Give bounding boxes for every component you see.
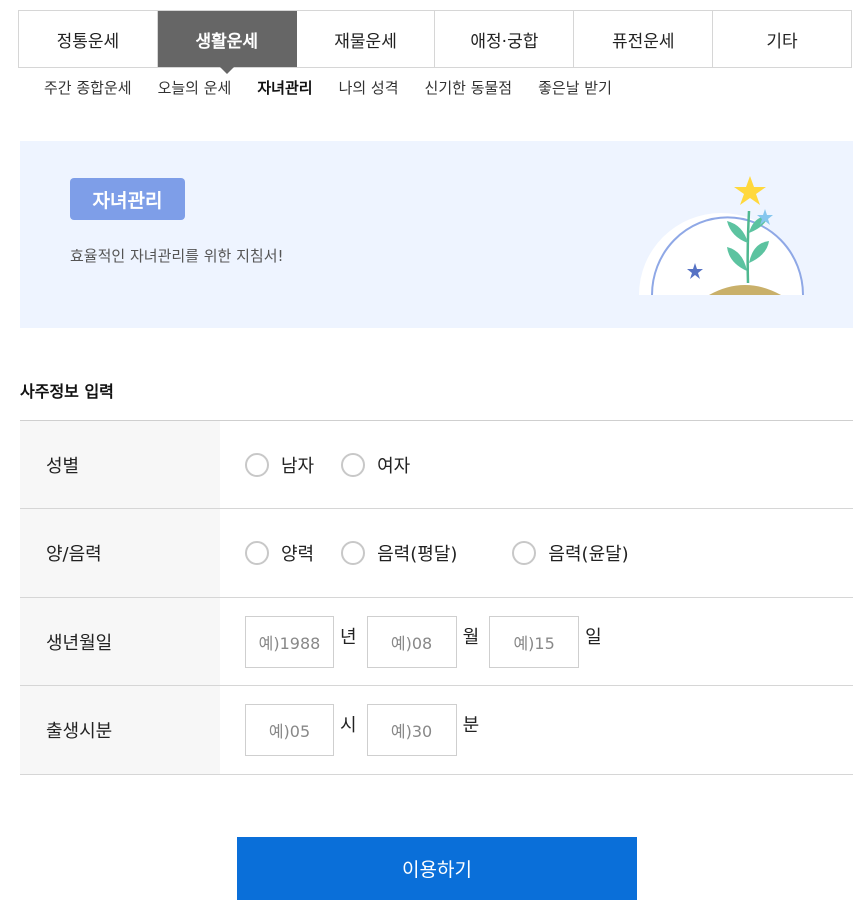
gender-female-radio[interactable]: 여자: [341, 452, 410, 478]
birthdate-inputs: 예)1988 년 예)08 월 예)15 일: [220, 598, 853, 685]
calendar-options: 양력 음력(평달) 음력(윤달): [220, 509, 853, 597]
tab-life-fortune[interactable]: 생활운세: [157, 11, 297, 67]
submenu-my-personality[interactable]: 나의 성격: [339, 77, 399, 98]
submit-button[interactable]: 이용하기: [237, 837, 637, 900]
birthdate-row: 생년월일 예)1988 년 예)08 월 예)15 일: [20, 598, 853, 686]
calendar-row: 양/음력 양력 음력(평달) 음력(윤달): [20, 509, 853, 598]
birthtime-inputs: 예)05 시 예)30 분: [220, 686, 853, 774]
main-tabs: 정통운세 생활운세 재물운세 애정·궁합 퓨전운세 기타: [18, 10, 852, 68]
birth-month-input[interactable]: 예)08: [366, 615, 457, 668]
tab-fusion-fortune[interactable]: 퓨전운세: [574, 11, 714, 67]
submenu-good-day[interactable]: 좋은날 받기: [538, 77, 612, 98]
birth-minute-input[interactable]: 예)30: [366, 704, 457, 756]
hour-unit: 시: [340, 715, 357, 736]
radio-circle[interactable]: [341, 452, 366, 477]
submenu-weekly-fortune[interactable]: 주간 종합운세: [44, 77, 132, 98]
radio-circle[interactable]: [245, 541, 269, 565]
birth-hour-input[interactable]: 예)05: [245, 704, 334, 756]
birth-day-input[interactable]: 예)15: [489, 615, 580, 668]
saju-input-form: 성별 남자 여자 양/음력 양력 음력(평달) 음력(윤달) 생년월일 예)19…: [20, 420, 853, 775]
tab-traditional-fortune[interactable]: 정통운세: [19, 11, 158, 67]
day-unit: 일: [585, 626, 602, 648]
gender-male-radio[interactable]: 남자: [245, 452, 314, 478]
tab-wealth-fortune[interactable]: 재물운세: [297, 11, 436, 67]
calendar-lunar-normal-radio[interactable]: 음력(평달): [341, 540, 457, 566]
submenu-today-fortune[interactable]: 오늘의 운세: [158, 77, 232, 98]
birthdate-label: 생년월일: [20, 598, 220, 685]
page-banner: 자녀관리 효율적인 자녀관리를 위한 지침서!: [20, 141, 853, 328]
birth-year-input[interactable]: 예)1988: [245, 615, 334, 668]
calendar-lunar-leap-radio[interactable]: 음력(윤달): [512, 540, 629, 566]
radio-circle[interactable]: [341, 541, 366, 565]
minute-unit: 분: [462, 715, 480, 736]
gender-options: 남자 여자: [220, 421, 853, 508]
radio-label: 남자: [281, 455, 315, 477]
birthtime-label: 출생시분: [20, 686, 220, 774]
radio-label: 음력(평달): [377, 544, 458, 565]
submenu-child-management[interactable]: 자녀관리: [257, 77, 312, 98]
tab-love-compatibility[interactable]: 애정·궁합: [435, 11, 575, 67]
year-unit: 년: [340, 626, 357, 648]
calendar-label: 양/음력: [20, 509, 220, 597]
radio-circle[interactable]: [512, 541, 537, 565]
submenu-animal-fortune[interactable]: 신기한 동물점: [425, 77, 513, 98]
gender-label: 성별: [20, 421, 220, 508]
tab-etc[interactable]: 기타: [713, 11, 852, 67]
calendar-solar-radio[interactable]: 양력: [245, 540, 314, 566]
banner-description: 효율적인 자녀관리를 위한 지침서!: [70, 247, 284, 265]
radio-circle[interactable]: [245, 452, 269, 477]
birthtime-row: 출생시분 예)05 시 예)30 분: [20, 686, 853, 775]
gender-row: 성별 남자 여자: [20, 421, 853, 509]
sub-menu: 주간 종합운세 오늘의 운세 자녀관리 나의 성격 신기한 동물점 좋은날 받기: [44, 77, 638, 98]
section-title: 사주정보 입력: [20, 382, 114, 401]
radio-label: 음력(윤달): [548, 544, 629, 565]
radio-label: 양력: [281, 544, 315, 565]
radio-label: 여자: [377, 455, 411, 477]
sprout-stars-illustration: [639, 176, 804, 296]
banner-badge: 자녀관리: [70, 178, 185, 220]
month-unit: 월: [462, 626, 480, 648]
